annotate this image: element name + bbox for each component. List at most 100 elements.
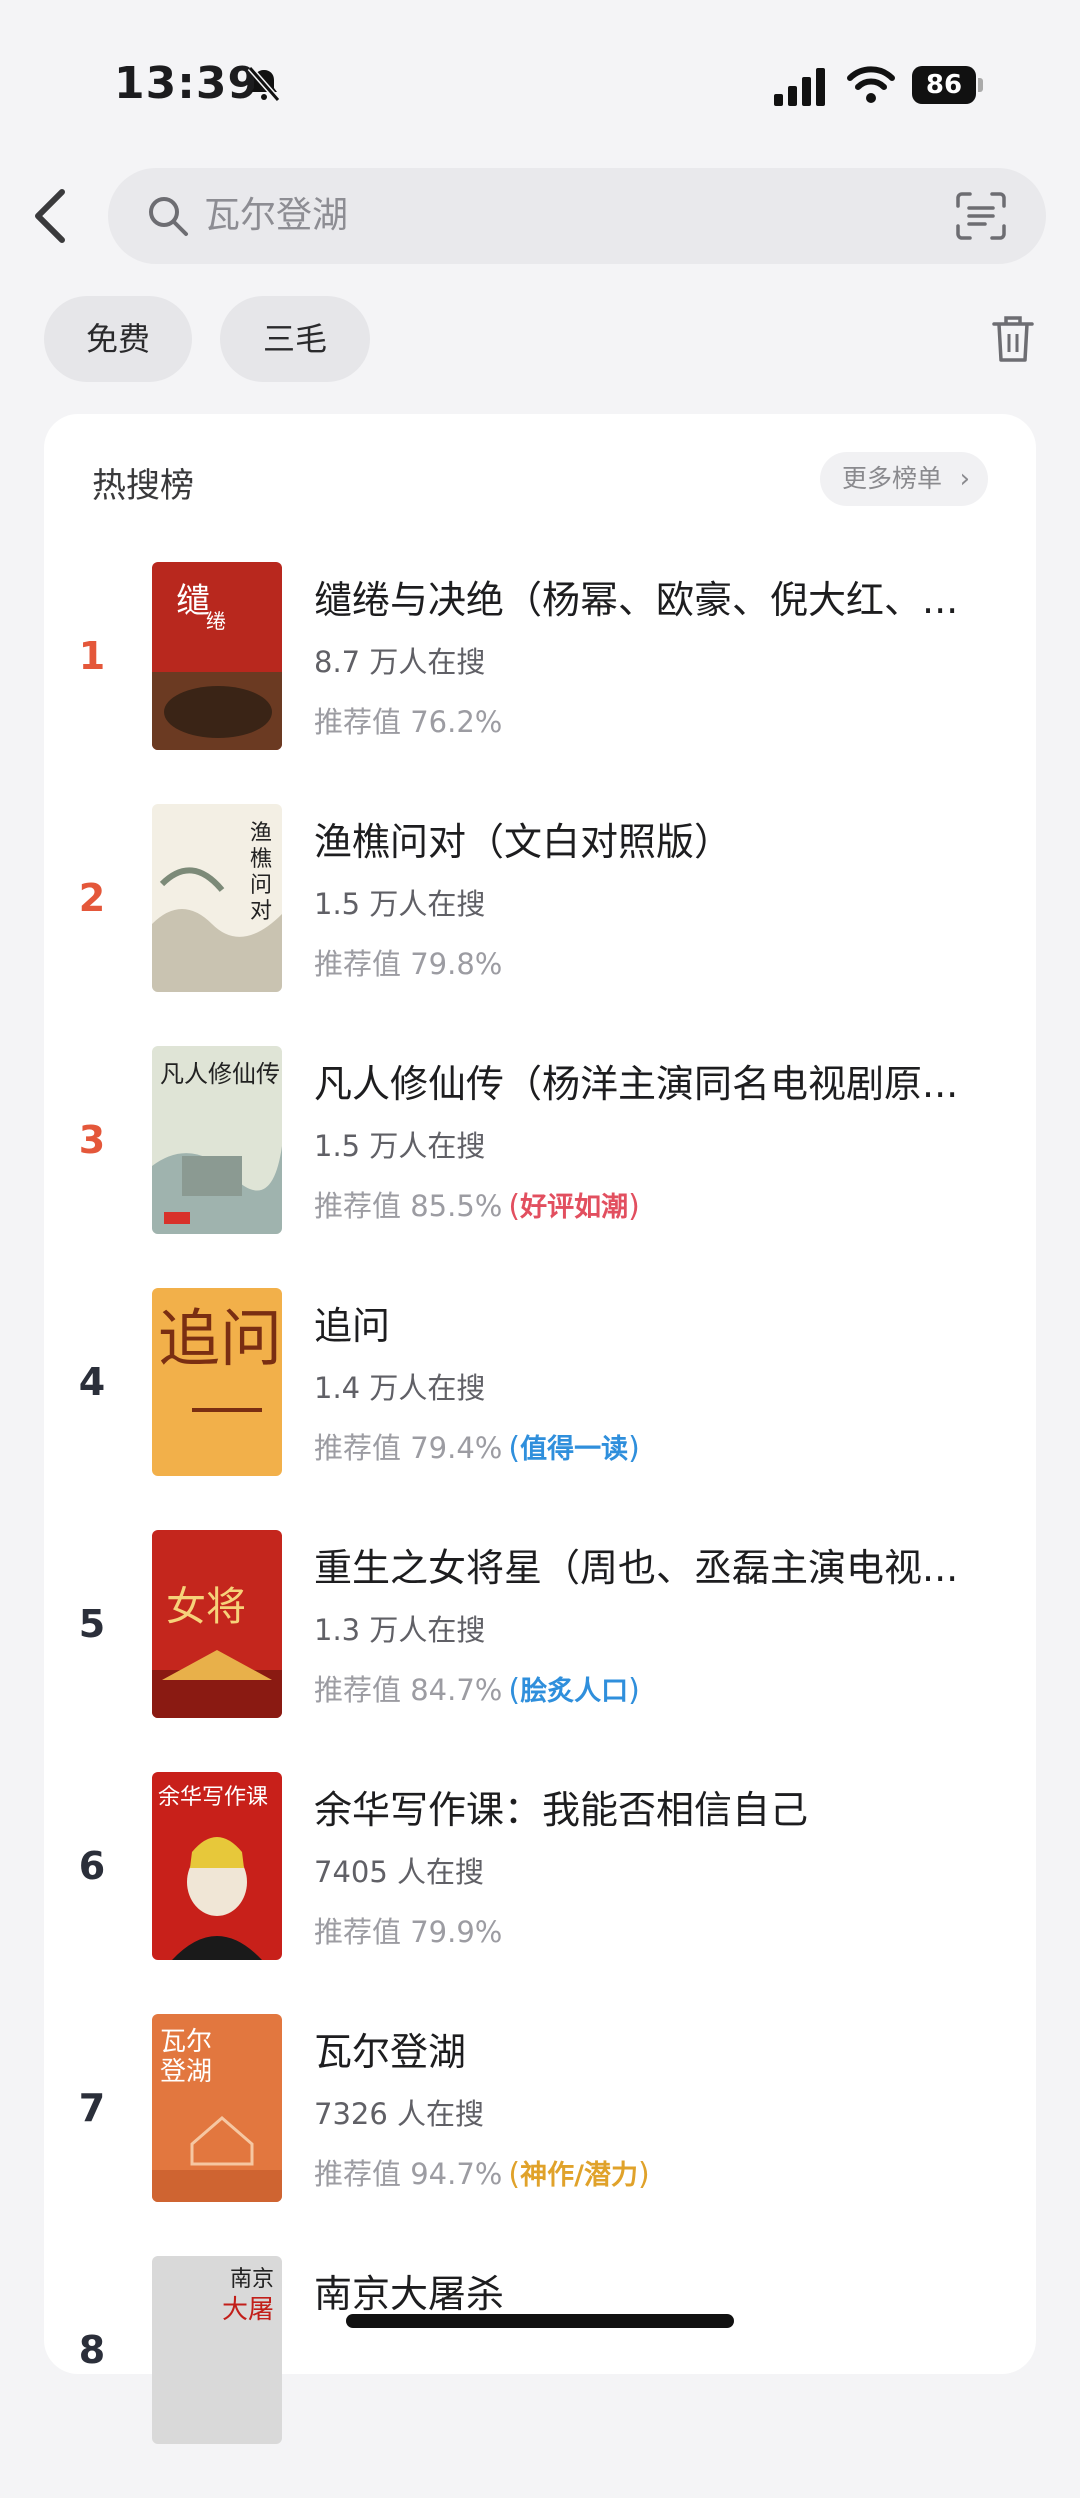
recommend-score: 推荐值 85.5%	[314, 1189, 503, 1223]
book-cover: 南京 大屠	[152, 2256, 282, 2444]
chevron-right-icon: ›	[959, 464, 970, 494]
book-item[interactable]: 3 凡人修仙传 凡人修仙传（杨洋主演同名电视剧原... 1.5 万人在搜 推荐值…	[44, 1046, 1036, 1288]
battery-indicator: 86	[912, 66, 984, 104]
home-indicator[interactable]	[346, 2314, 734, 2328]
recommend-score: 推荐值 76.2%	[314, 705, 503, 739]
book-cover: 瓦尔 登湖	[152, 2014, 282, 2202]
recommend-score: 推荐值 79.9%	[314, 1915, 503, 1949]
book-title: 瓦尔登湖	[314, 2030, 467, 2074]
history-chip-sanmao[interactable]: 三毛	[220, 296, 370, 382]
book-cover: 渔 樵 问 对	[152, 804, 282, 992]
bell-muted-icon	[247, 66, 281, 102]
battery-tip	[978, 78, 983, 92]
search-count: 7326 人在搜	[314, 2097, 485, 2131]
battery-level: 86	[912, 66, 976, 104]
status-bar: 13:39 86	[0, 0, 1080, 170]
book-item[interactable]: 7 瓦尔 登湖 瓦尔登湖 7326 人在搜 推荐值 94.7% (神作/潜力)	[44, 2014, 1036, 2256]
rank-number: 7	[78, 2086, 106, 2130]
book-title: 凡人修仙传（杨洋主演同名电视剧原...	[314, 1062, 959, 1106]
recommend-score-row: 推荐值 85.5% (好评如潮)	[314, 1184, 640, 1230]
search-count: 1.5 万人在搜	[314, 887, 486, 921]
cellular-signal-icon	[774, 68, 825, 106]
search-count: 1.3 万人在搜	[314, 1613, 486, 1647]
book-cover: 缱 绻	[152, 562, 282, 750]
rating-badge-label: 好评如潮	[520, 1192, 629, 1223]
recommend-score: 推荐值 79.4%	[314, 1431, 503, 1465]
search-bar[interactable]: 瓦尔登湖	[108, 168, 1046, 264]
back-arrow-icon[interactable]	[28, 184, 72, 248]
book-title: 追问	[314, 1304, 391, 1348]
book-cover: 女将	[152, 1530, 282, 1718]
rank-number: 1	[78, 634, 106, 678]
svg-text:樵: 樵	[250, 847, 272, 872]
svg-text:问: 问	[250, 873, 272, 898]
rank-number: 3	[78, 1118, 106, 1162]
recommend-score: 推荐值 94.7%	[314, 2157, 503, 2191]
more-lists-button[interactable]: 更多榜单 ›	[820, 452, 988, 506]
rating-badge-label: 神作/潜力	[520, 2160, 638, 2191]
svg-text:女将: 女将	[166, 1584, 246, 1630]
svg-text:大屠: 大屠	[222, 2295, 274, 2325]
book-item[interactable]: 8 南京 大屠 南京大屠杀	[44, 2256, 1036, 2498]
rank-number: 5	[78, 1602, 106, 1646]
search-input[interactable]: 瓦尔登湖	[204, 190, 348, 242]
rating-badge: (脍炙人口)	[508, 1669, 639, 1714]
svg-text:登湖: 登湖	[160, 2057, 212, 2087]
wifi-icon	[847, 66, 895, 103]
book-cover: 凡人修仙传	[152, 1046, 282, 1234]
hot-search-card: 热搜榜 更多榜单 › 1 缱 绻 缱绻与决绝（杨幂、欧豪、倪大红、... 8.7…	[44, 414, 1036, 2444]
recommend-score: 推荐值 84.7%	[314, 1673, 503, 1707]
search-count: 1.4 万人在搜	[314, 1371, 486, 1405]
rating-badge: (好评如潮)	[508, 1185, 639, 1230]
rank-number: 4	[78, 1360, 106, 1404]
svg-text:对: 对	[250, 899, 272, 924]
laurel-right-icon: )	[637, 2157, 650, 2192]
search-count: 1.5 万人在搜	[314, 1129, 486, 1163]
trash-icon[interactable]	[990, 314, 1036, 364]
more-lists-label: 更多榜单	[842, 464, 943, 493]
book-item[interactable]: 2 渔 樵 问 对 渔樵问对（文白对照版） 1.5 万人在搜 推荐值 79.8%	[44, 804, 1036, 1046]
laurel-right-icon: )	[628, 1673, 640, 1708]
svg-text:缱: 缱	[176, 581, 210, 621]
hot-list-title: 热搜榜	[92, 466, 194, 506]
svg-text:瓦尔: 瓦尔	[160, 2027, 212, 2057]
laurel-left-icon: (	[508, 1673, 521, 1708]
svg-text:南京: 南京	[230, 2267, 274, 2292]
book-cover: 余华写作课	[152, 1772, 282, 1960]
laurel-right-icon: )	[628, 1431, 640, 1466]
search-count: 8.7 万人在搜	[314, 645, 486, 679]
book-title: 余华写作课：我能否相信自己	[314, 1788, 809, 1832]
rating-badge: (神作/潜力)	[508, 2153, 649, 2198]
book-title: 渔樵问对（文白对照版）	[314, 820, 733, 864]
recommend-score: 推荐值 79.8%	[314, 947, 503, 981]
svg-text:追问: 追问	[158, 1302, 282, 1375]
search-count: 7405 人在搜	[314, 1855, 485, 1889]
book-title: 重生之女将星（周也、丞磊主演电视...	[314, 1546, 959, 1590]
status-time: 13:39	[114, 58, 260, 109]
recommend-score-row: 推荐值 84.7% (脍炙人口)	[314, 1668, 640, 1714]
book-item[interactable]: 1 缱 绻 缱绻与决绝（杨幂、欧豪、倪大红、... 8.7 万人在搜 推荐值 7…	[44, 562, 1036, 804]
svg-text:余华写作课: 余华写作课	[158, 1785, 268, 1810]
rank-number: 8	[78, 2328, 106, 2372]
rating-badge: (值得一读)	[508, 1427, 639, 1472]
search-icon	[149, 197, 188, 236]
recommend-score-row: 推荐值 79.4% (值得一读)	[314, 1426, 640, 1472]
laurel-right-icon: )	[628, 1189, 640, 1224]
history-chip-free[interactable]: 免费	[44, 296, 192, 382]
laurel-left-icon: (	[508, 2157, 521, 2192]
book-item[interactable]: 4 追问 追问 1.4 万人在搜 推荐值 79.4% (值得一读)	[44, 1288, 1036, 1530]
scan-icon[interactable]	[954, 190, 1008, 242]
book-item[interactable]: 6 余华写作课 余华写作课：我能否相信自己 7405 人在搜 推荐值 79.9%	[44, 1772, 1036, 2014]
rank-number: 6	[78, 1844, 106, 1888]
book-item[interactable]: 5 女将 重生之女将星（周也、丞磊主演电视... 1.3 万人在搜 推荐值 84…	[44, 1530, 1036, 1772]
laurel-left-icon: (	[508, 1189, 521, 1224]
laurel-left-icon: (	[508, 1431, 521, 1466]
rating-badge-label: 脍炙人口	[520, 1676, 629, 1707]
svg-text:绻: 绻	[206, 609, 226, 633]
book-cover: 追问	[152, 1288, 282, 1476]
svg-text:渔: 渔	[250, 821, 272, 846]
recommend-score-row: 推荐值 94.7% (神作/潜力)	[314, 2152, 650, 2198]
book-title: 缱绻与决绝（杨幂、欧豪、倪大红、...	[314, 578, 959, 622]
rating-badge-label: 值得一读	[520, 1434, 629, 1465]
svg-text:凡人修仙传: 凡人修仙传	[160, 1060, 280, 1088]
